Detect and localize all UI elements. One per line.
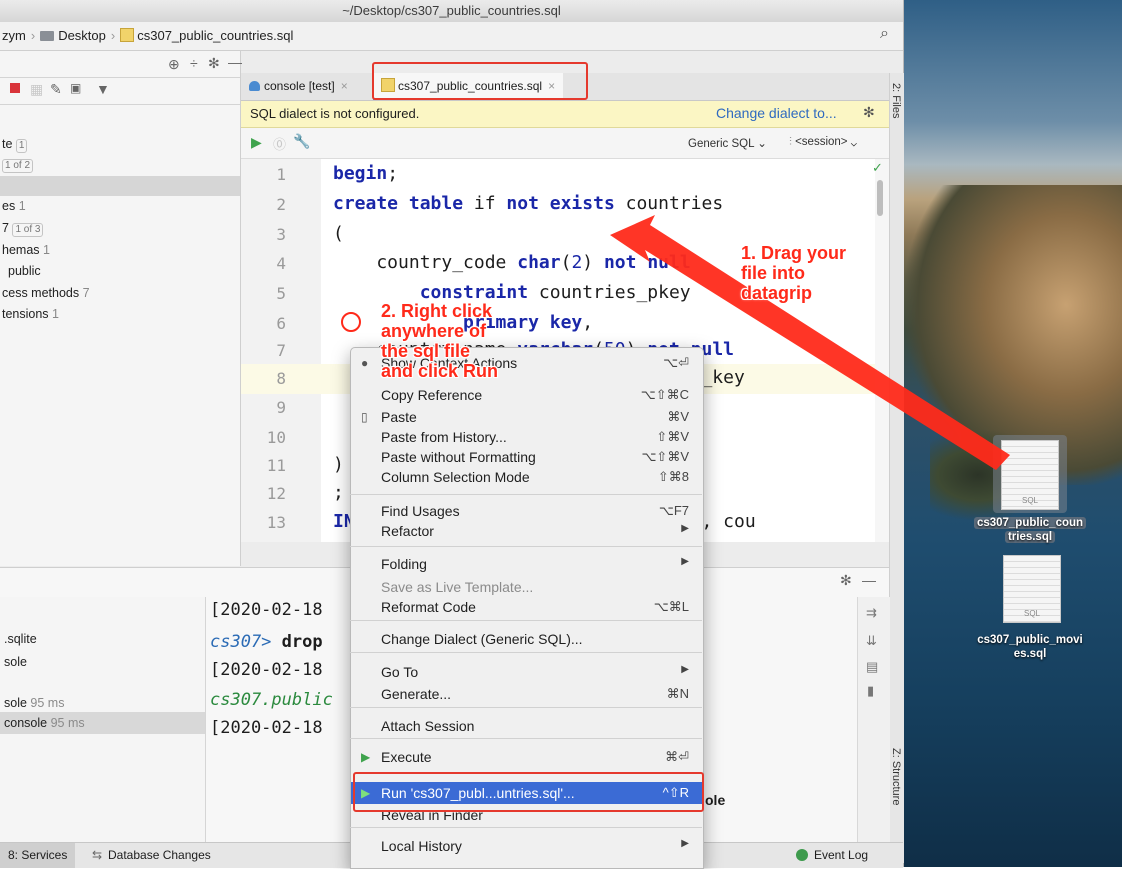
annotation-arrow (610, 215, 1010, 470)
annotation-step1: 1. Drag your file into datagrip (741, 243, 847, 303)
annotation-step2: 2. Right click anywhere of the sql file … (381, 301, 499, 381)
